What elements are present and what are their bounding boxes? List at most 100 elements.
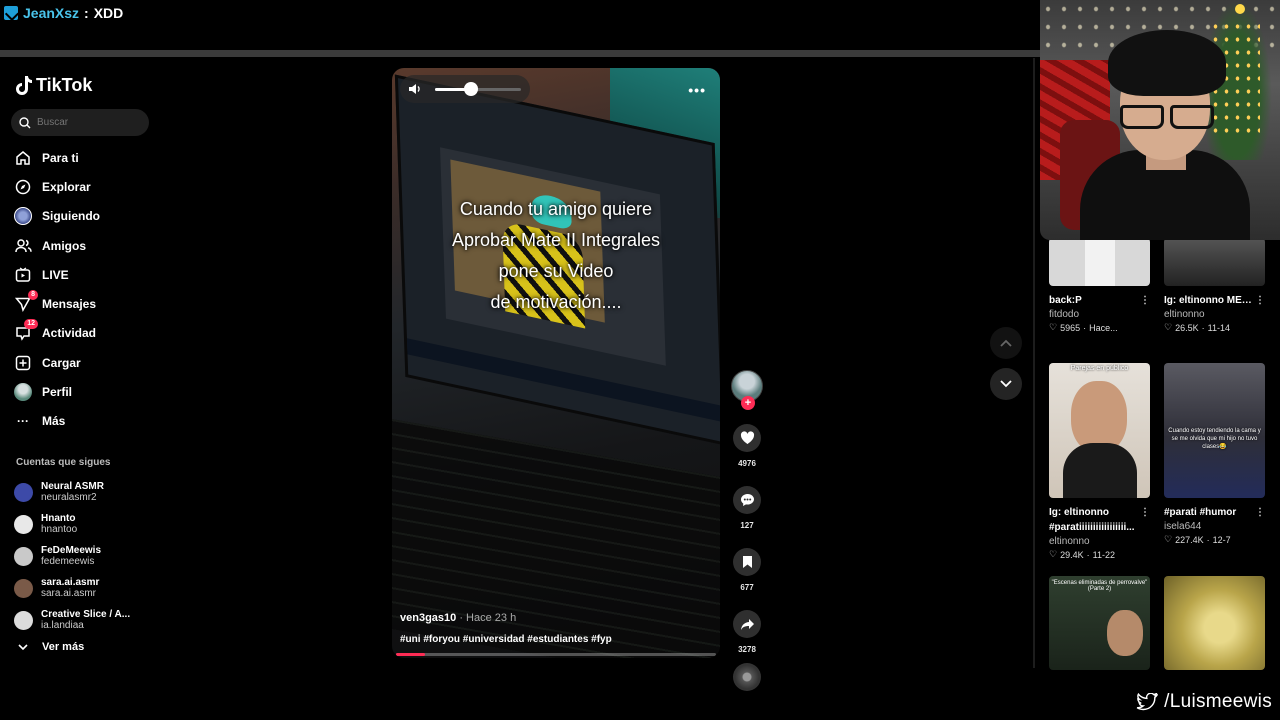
following-handle: neuralasmr2 xyxy=(41,492,97,503)
card-author[interactable]: eltinonno xyxy=(1164,309,1265,320)
kebab-icon[interactable]: ⋮ xyxy=(1255,505,1265,520)
send-icon: 8 xyxy=(14,290,38,313)
nav-label: Amigos xyxy=(42,238,87,253)
nav-explorar[interactable]: Explorar xyxy=(14,172,100,201)
recommended-card[interactable]: Cuando estoy tendiendo la cama y se me o… xyxy=(1164,363,1265,545)
kebab-icon[interactable]: ⋮ xyxy=(1140,293,1150,308)
twitter-handle: /Luismeewis xyxy=(1136,691,1272,713)
nav-live[interactable]: LIVE xyxy=(14,260,100,289)
see-more-label: Ver más xyxy=(42,641,85,653)
recommended-card[interactable]: Ig: eltinonno MELANCOLÍA...⋮ eltinonno ♡… xyxy=(1164,238,1265,333)
card-title-text: Ig: eltinonno MELANCOLÍA... xyxy=(1164,295,1265,306)
search-input[interactable] xyxy=(37,117,137,128)
following-item[interactable]: sara.ai.asmr sara.ai.asmr xyxy=(14,572,130,604)
bookmark-icon xyxy=(742,556,752,568)
nav-siguiendo[interactable]: Siguiendo xyxy=(14,202,100,231)
comment-count: 127 xyxy=(740,521,754,530)
card-date: Hace... xyxy=(1089,322,1118,333)
tiktok-logo[interactable]: TikTok xyxy=(16,75,92,96)
video-username[interactable]: ven3gas10 xyxy=(400,612,456,624)
previous-video-button[interactable] xyxy=(990,327,1022,359)
kebab-icon[interactable]: ⋮ xyxy=(1255,293,1265,308)
nav-mas[interactable]: ··· Más xyxy=(14,407,100,436)
recommended-card[interactable]: Parejas en público Ig: eltinonno #parati… xyxy=(1049,363,1150,560)
music-disc-icon[interactable] xyxy=(733,663,761,691)
see-more-button[interactable]: Ver más xyxy=(18,641,84,653)
share-icon xyxy=(740,618,754,630)
share-button[interactable] xyxy=(733,610,761,638)
following-list: Neural ASMR neuralasmr2 Hnanto hnantoo FeD… xyxy=(14,476,130,636)
card-author[interactable]: fitdodo xyxy=(1049,309,1150,320)
inbox-icon: 12 xyxy=(14,319,38,342)
nav-label: Actividad xyxy=(42,326,97,341)
card-title: #parati #humor ⋮ xyxy=(1164,505,1265,520)
recommended-card[interactable]: back:P ⋮ fitdodo ♡ 5965 · Hace... xyxy=(1049,238,1150,333)
chevron-up-icon xyxy=(1000,339,1012,347)
video-thumbnail[interactable]: Parejas en público xyxy=(1049,363,1150,498)
nav-label: Para ti xyxy=(42,150,79,165)
caption-line: Aprobar Mate II Integrales xyxy=(451,230,661,250)
following-item[interactable]: Hnanto hnantoo xyxy=(14,508,130,540)
video-thumbnail[interactable] xyxy=(1164,238,1265,286)
caption-line: de motivación.... xyxy=(490,292,622,312)
search-box[interactable] xyxy=(11,109,149,136)
following-item[interactable]: FeDeMeewis fedemeewis xyxy=(14,540,130,572)
card-title: Ig: eltinonno #paratiiiiiiiiiiiiiiiii...… xyxy=(1049,505,1150,535)
nav-actividad[interactable]: 12 Actividad xyxy=(14,319,100,348)
card-title: back:P ⋮ xyxy=(1049,293,1150,308)
volume-slider[interactable] xyxy=(435,81,521,96)
video-thumbnail[interactable] xyxy=(1049,238,1150,286)
main-nav: Para ti Explorar Siguiendo Amigos LIVE 8… xyxy=(14,143,100,436)
card-author[interactable]: eltinonno xyxy=(1049,536,1150,547)
streamer-webcam xyxy=(1040,0,1280,240)
next-video-button[interactable] xyxy=(990,368,1022,400)
nav-para-ti[interactable]: Para ti xyxy=(14,143,100,172)
save-button[interactable] xyxy=(733,548,761,576)
follow-plus-icon[interactable]: + xyxy=(741,396,755,410)
profile-avatar-icon xyxy=(14,383,32,402)
nav-label: Cargar xyxy=(42,355,81,370)
webcam-streamer-hair xyxy=(1108,30,1226,96)
kebab-icon[interactable]: ⋮ xyxy=(1140,505,1150,520)
like-count: 4976 xyxy=(738,459,756,468)
recommended-card[interactable] xyxy=(1164,576,1265,670)
card-stats: ♡ 227.4K · 12-7 xyxy=(1164,534,1265,545)
volume-control[interactable] xyxy=(400,75,530,103)
more-options-icon[interactable]: ••• xyxy=(688,82,706,98)
video-thumbnail[interactable] xyxy=(1164,576,1265,670)
nav-cargar[interactable]: Cargar xyxy=(14,348,100,377)
recommended-card[interactable]: "Escenas eliminadas de perrovalve" (Part… xyxy=(1049,576,1150,670)
video-thumbnail[interactable]: "Escenas eliminadas de perrovalve" (Part… xyxy=(1049,576,1150,670)
following-item[interactable]: Neural ASMR neuralasmr2 xyxy=(14,476,130,508)
video-player[interactable]: Cuando tu amigo quiere Aprobar Mate II I… xyxy=(392,68,720,658)
video-thumbnail[interactable]: Cuando estoy tendiendo la cama y se me o… xyxy=(1164,363,1265,498)
volume-knob[interactable] xyxy=(464,81,479,96)
video-progress-fill xyxy=(396,653,425,656)
card-title-text: #parati #humor xyxy=(1164,507,1237,518)
avatar xyxy=(14,578,33,598)
more-icon: ··· xyxy=(17,414,29,429)
nav-amigos[interactable]: Amigos xyxy=(14,231,100,260)
card-author[interactable]: isela644 xyxy=(1164,521,1265,532)
card-title-text: back:P xyxy=(1049,295,1082,306)
nav-perfil[interactable]: Perfil xyxy=(14,377,100,406)
chat-username: JeanXsz xyxy=(23,5,80,21)
following-name: Hnanto xyxy=(41,513,76,524)
panel-divider xyxy=(1033,58,1035,668)
video-time: · Hace 23 h xyxy=(456,612,517,624)
avatar xyxy=(14,546,33,566)
following-item[interactable]: Creative Slice / A... ia.landiaa xyxy=(14,604,130,636)
tiktok-sidebar: TikTok Para ti Explorar Siguiendo Amigos… xyxy=(0,57,160,667)
card-title-text: Ig: eltinonno #paratiiiiiiiiiiiiiiiii... xyxy=(1049,507,1135,533)
video-hashtags[interactable]: #uni #foryou #universidad #estudiantes #… xyxy=(400,634,612,645)
video-progress-bar[interactable] xyxy=(396,653,716,656)
creator-avatar[interactable]: + xyxy=(731,370,763,410)
card-title: Ig: eltinonno MELANCOLÍA...⋮ xyxy=(1164,293,1265,308)
volume-icon[interactable] xyxy=(408,83,421,95)
thumbnail-text: Cuando estoy tendiendo la cama y se me o… xyxy=(1168,428,1261,450)
comment-button[interactable] xyxy=(733,486,761,514)
following-name: FeDeMeewis xyxy=(41,545,102,556)
card-views: 227.4K xyxy=(1175,534,1204,545)
nav-mensajes[interactable]: 8 Mensajes xyxy=(14,289,100,318)
like-button[interactable] xyxy=(733,424,761,452)
